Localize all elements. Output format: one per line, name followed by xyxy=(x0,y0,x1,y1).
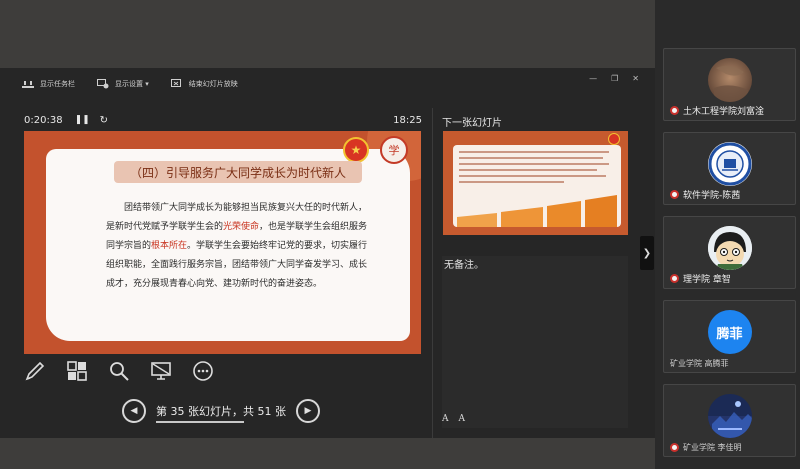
body-emphasis-2: 根本所在 xyxy=(151,241,188,251)
notes-font-controls: A A xyxy=(442,414,465,424)
increase-font-button[interactable]: A xyxy=(442,414,449,424)
presenter-toolbar: 显示任务栏 显示设置 ▾ 结束幻灯片放映 — ❐ ✕ xyxy=(0,68,655,100)
window-top-area xyxy=(0,0,655,68)
notes-text: 无备注。 xyxy=(444,260,484,271)
taskbar-icon xyxy=(22,79,34,89)
participant-tile[interactable]: 软件学院-陈茜 xyxy=(663,132,796,205)
participant-photo-avatar xyxy=(707,394,752,438)
participant-name: 矿业学院 李佳明 xyxy=(670,442,742,453)
youth-league-emblem-icon: ★ xyxy=(343,137,369,163)
all-slides-icon[interactable] xyxy=(66,360,88,382)
host-badge-icon xyxy=(670,190,679,199)
next-slide-text-lines xyxy=(459,151,609,187)
timer-row: 0:20:38 ❚❚ ↻ 18:25 xyxy=(24,113,422,127)
next-slide-preview[interactable] xyxy=(443,131,628,235)
cartoon-avatar xyxy=(707,226,752,270)
elapsed-timer: 0:20:38 xyxy=(24,114,63,126)
participant-tile[interactable]: 腾菲 矿业学院 高腾菲 xyxy=(663,300,796,373)
close-icon[interactable]: ✕ xyxy=(632,74,639,83)
university-emblem-avatar xyxy=(707,142,752,186)
show-taskbar-label: 显示任务栏 xyxy=(40,80,75,88)
end-show-icon xyxy=(170,79,183,89)
minimize-icon[interactable]: — xyxy=(589,74,597,83)
slide-body-text: 团结带领广大同学成长为能够担当民族复兴大任的时代新人，是新时代党赋予学联学生会的… xyxy=(106,199,374,294)
slide-progress-bar xyxy=(156,421,244,423)
current-time: 18:25 xyxy=(393,114,422,126)
participant-tile[interactable]: 理学院 章智 xyxy=(663,216,796,289)
host-badge-icon xyxy=(670,106,679,115)
participant-name: 理学院 章智 xyxy=(670,272,731,285)
previous-slide-button[interactable]: ◀ xyxy=(122,399,146,423)
slide-counter[interactable]: 第 35 张幻灯片，共 51 张 xyxy=(156,403,286,423)
participant-tile[interactable]: 矿业学院 李佳明 xyxy=(663,384,796,457)
show-taskbar-button[interactable]: 显示任务栏 xyxy=(22,79,75,89)
display-settings-icon xyxy=(97,79,109,89)
host-badge-icon xyxy=(670,443,679,452)
pen-icon[interactable] xyxy=(24,360,46,382)
participant-name: 土木工程学院刘富淦 xyxy=(670,104,764,117)
next-slide-emblem-icon xyxy=(608,133,620,145)
reset-timer-icon[interactable]: ↻ xyxy=(100,115,108,126)
decrease-font-button[interactable]: A xyxy=(459,414,466,424)
participant-name: 矿业学院 高腾菲 xyxy=(670,359,729,368)
window-controls: — ❐ ✕ xyxy=(589,74,639,83)
presenter-view: 显示任务栏 显示设置 ▾ 结束幻灯片放映 — ❐ ✕ 0:20:38 ❚❚ ↻ … xyxy=(0,68,655,438)
end-show-label: 结束幻灯片放映 xyxy=(188,80,238,88)
pane-divider[interactable] xyxy=(432,108,433,438)
slide-navigation: ◀ 第 35 张幻灯片，共 51 张 ▶ xyxy=(122,398,322,424)
display-settings-label: 显示设置 ▾ xyxy=(115,80,149,88)
end-slideshow-button[interactable]: 结束幻灯片放映 xyxy=(170,79,238,89)
participant-tile[interactable]: 土木工程学院刘富淦 xyxy=(663,48,796,121)
slide-counter-text: 第 35 张幻灯片，共 51 张 xyxy=(156,405,286,418)
slide-heading: （四）引导服务广大同学成长为时代新人 xyxy=(114,161,362,183)
next-slide-bars-graphic xyxy=(457,195,617,227)
host-badge-icon xyxy=(670,274,679,283)
pause-timer-icon[interactable]: ❚❚ xyxy=(75,115,90,125)
chevron-right-icon: ❯ xyxy=(642,247,652,259)
participant-photo-avatar xyxy=(707,58,752,102)
black-screen-icon[interactable] xyxy=(150,360,172,382)
participant-gallery: 土木工程学院刘富淦 软件学院-陈茜 理学院 章智 腾菲 矿业学院 高腾菲 矿业学… xyxy=(655,0,800,469)
body-emphasis-1: 光荣使命 xyxy=(223,222,260,232)
speaker-notes-pane[interactable]: 无备注。 A A xyxy=(442,256,628,428)
restore-icon[interactable]: ❐ xyxy=(611,74,618,83)
window-bottom-area xyxy=(0,438,655,469)
next-slide-button[interactable]: ▶ xyxy=(295,399,320,423)
slide-tools xyxy=(24,360,214,382)
zoom-magnifier-icon[interactable] xyxy=(108,360,130,382)
initials-avatar: 腾菲 xyxy=(707,310,752,354)
student-union-logo-icon: 学 xyxy=(380,136,408,164)
display-settings-button[interactable]: 显示设置 ▾ xyxy=(97,79,149,89)
more-options-icon[interactable] xyxy=(192,360,214,382)
next-slide-title: 下一张幻灯片 xyxy=(442,118,502,129)
expand-gallery-handle[interactable]: ❯ xyxy=(640,236,654,270)
participant-name: 软件学院-陈茜 xyxy=(670,188,740,201)
current-slide[interactable]: ★ 学 （四）引导服务广大同学成长为时代新人 团结带领广大同学成长为能够担当民族… xyxy=(24,131,421,354)
